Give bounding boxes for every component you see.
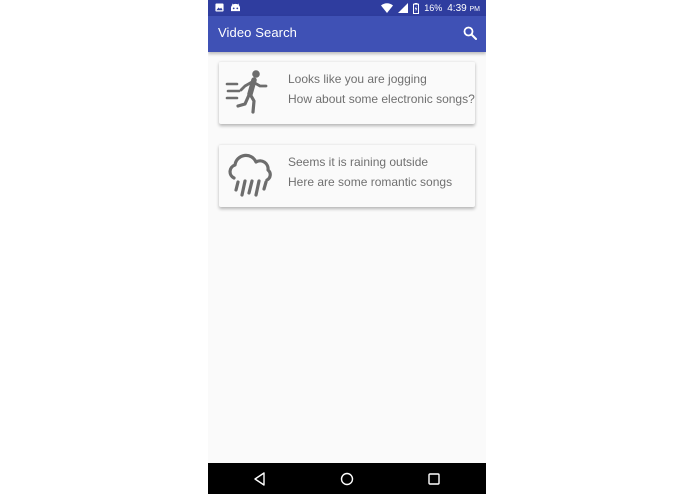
notification-icons (215, 3, 241, 12)
card-title: Seems it is raining outside (288, 155, 429, 169)
rain-cloud-icon (228, 153, 272, 197)
phone-screen: 16% 4:39 PM Video Search Looks like you … (208, 0, 486, 494)
clock: 4:39 PM (447, 3, 480, 14)
android-icon (231, 3, 240, 12)
back-icon[interactable] (251, 470, 269, 488)
image-icon (215, 3, 224, 12)
search-icon[interactable] (463, 26, 477, 40)
card-subtitle: Here are some romantic songs (288, 175, 453, 189)
battery-percent: 16% (424, 3, 443, 13)
clock-suffix: PM (469, 5, 481, 13)
system-status: 16% 4:39 PM (381, 0, 480, 16)
suggestion-card-jogging[interactable]: Looks like you are jogging How about som… (219, 61, 475, 124)
app-bar: Video Search (208, 16, 486, 52)
card-title: Looks like you are jogging (288, 72, 427, 86)
status-bar: 16% 4:39 PM (208, 0, 486, 16)
card-subtitle: How about some electronic songs? (288, 92, 475, 106)
navigation-bar (208, 463, 486, 494)
home-icon[interactable] (338, 470, 356, 488)
suggestion-card-rain[interactable]: Seems it is raining outside Here are som… (219, 144, 475, 207)
running-person-icon (225, 70, 268, 114)
signal-icon (398, 3, 409, 13)
wifi-icon (381, 3, 394, 13)
app-title: Video Search (218, 25, 298, 40)
battery-charging-icon (413, 2, 420, 14)
clock-time: 4:39 (447, 2, 467, 14)
recents-icon[interactable] (425, 470, 443, 488)
